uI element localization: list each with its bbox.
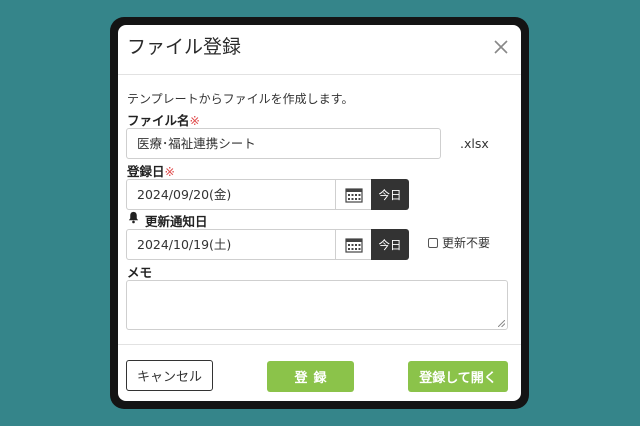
register-and-open-button[interactable]: 登録して開く <box>408 361 508 392</box>
register-button[interactable]: 登録 <box>267 361 354 392</box>
file-extension: .xlsx <box>460 136 489 151</box>
register-date-input[interactable]: 2024/09/20(金) <box>126 179 336 210</box>
close-icon[interactable] <box>491 37 511 57</box>
bell-icon <box>128 211 139 224</box>
file-name-label-text: ファイル名 <box>127 113 190 128</box>
dialog-description: テンプレートからファイルを作成します。 <box>127 92 354 106</box>
no-renewal-label: 更新不要 <box>442 236 491 250</box>
footer-divider <box>118 344 521 345</box>
renewal-date-label: 更新通知日 <box>145 214 208 229</box>
file-name-input[interactable]: 医療･福祉連携シート <box>126 128 441 159</box>
calendar-button[interactable] <box>336 179 372 210</box>
file-register-dialog: ファイル登録 テンプレートからファイルを作成します。 ファイル名※ 医療･福祉連… <box>118 25 521 401</box>
calendar-icon <box>344 237 363 253</box>
renewal-date-input[interactable]: 2024/10/19(土) <box>126 229 336 260</box>
renewal-today-button[interactable]: 今日 <box>371 229 409 260</box>
file-name-label: ファイル名※ <box>127 110 200 129</box>
required-mark: ※ <box>189 113 200 128</box>
register-date-label: 登録日※ <box>127 161 175 180</box>
cancel-button[interactable]: キャンセル <box>126 360 213 391</box>
dialog-title: ファイル登録 <box>127 36 242 58</box>
register-date-label-text: 登録日 <box>127 164 165 179</box>
required-mark: ※ <box>164 164 175 179</box>
checkbox-box[interactable] <box>428 237 438 248</box>
dialog-header: ファイル登録 <box>118 25 521 75</box>
register-today-button[interactable]: 今日 <box>371 179 409 210</box>
calendar-icon <box>344 187 363 203</box>
calendar-button[interactable] <box>336 229 372 260</box>
no-renewal-checkbox[interactable]: 更新不要 <box>428 234 490 251</box>
resize-handle-icon[interactable] <box>498 320 505 327</box>
memo-label: メモ <box>127 265 153 280</box>
memo-textarea[interactable] <box>126 280 508 330</box>
